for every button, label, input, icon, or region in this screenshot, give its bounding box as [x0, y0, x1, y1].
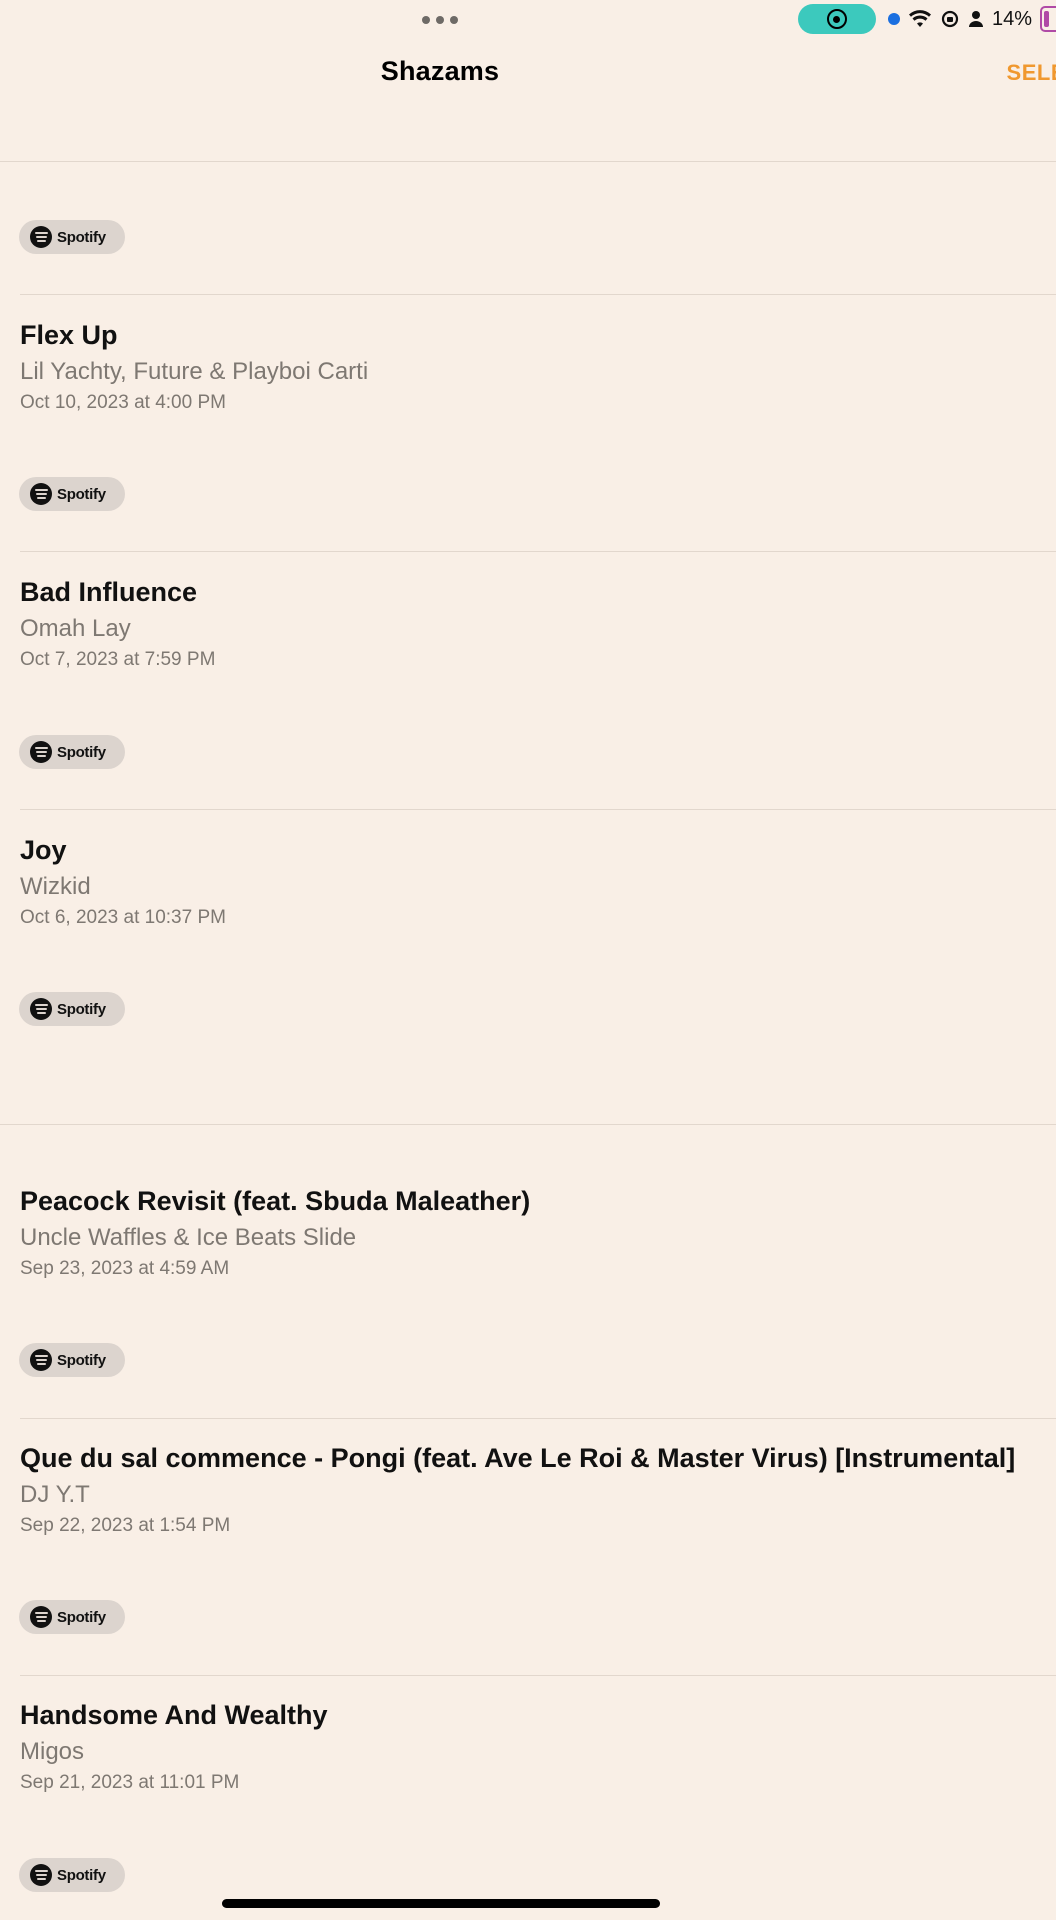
screen-recording-icon[interactable] — [797, 4, 876, 34]
page-title: Shazams — [380, 56, 500, 86]
person-icon — [968, 11, 983, 27]
battery-percent: 14% — [991, 7, 1032, 30]
spotify-label: Spotify — [57, 228, 106, 246]
divider — [20, 551, 1056, 552]
spotify-label: Spotify — [57, 743, 106, 761]
spotify-button[interactable]: Spotify — [19, 220, 125, 254]
rotation-lock-icon — [941, 10, 959, 28]
spotify-label: Spotify — [57, 1608, 106, 1626]
song-title: Peacock Revisit (feat. Sbuda Maleather) — [20, 1186, 531, 1216]
song-artist: Lil Yachty, Future & Playboi Carti — [20, 358, 369, 385]
spotify-button[interactable]: Spotify — [19, 1343, 125, 1377]
song-date: Oct 10, 2023 at 4:00 PM — [20, 392, 226, 413]
spotify-icon — [30, 1349, 52, 1371]
divider — [20, 809, 1056, 810]
song-title: Que du sal commence - Pongi (feat. Ave L… — [20, 1443, 1016, 1473]
nav-bar: Shazams SELE — [0, 48, 1056, 100]
song-title: Bad Influence — [20, 577, 198, 607]
song-artist: Wizkid — [20, 873, 91, 900]
song-date: Oct 7, 2023 at 7:59 PM — [20, 649, 216, 670]
location-dot-icon — [887, 13, 900, 25]
song-artist: Uncle Waffles & Ice Beats Slide — [20, 1224, 357, 1251]
divider — [20, 294, 1056, 295]
spotify-icon — [30, 1606, 52, 1628]
list-item[interactable]: Que du sal commence - Pongi (feat. Ave L… — [20, 1443, 1056, 1543]
spotify-icon — [30, 483, 52, 505]
spotify-label: Spotify — [57, 1000, 106, 1018]
song-artist: Migos — [20, 1738, 85, 1765]
spotify-icon — [30, 226, 52, 248]
spotify-icon — [30, 741, 52, 763]
spotify-button[interactable]: Spotify — [19, 992, 125, 1026]
song-title: Handsome And Wealthy — [20, 1700, 328, 1730]
status-bar: 14% — [0, 0, 1056, 40]
list-item[interactable]: Peacock Revisit (feat. Sbuda Maleather) … — [20, 1186, 1056, 1286]
song-artist: Omah Lay — [20, 615, 131, 642]
song-artist: DJ Y.T — [20, 1481, 90, 1508]
song-date: Sep 22, 2023 at 1:54 PM — [20, 1515, 231, 1536]
list-item[interactable]: Bad Influence Omah Lay Oct 7, 2023 at 7:… — [20, 577, 1056, 677]
divider — [20, 1418, 1056, 1419]
section-divider — [0, 1124, 1056, 1125]
home-indicator[interactable] — [222, 1899, 660, 1908]
list-item[interactable]: Joy Wizkid Oct 6, 2023 at 10:37 PM — [20, 835, 1056, 935]
divider — [20, 1675, 1056, 1676]
spotify-label: Spotify — [57, 1351, 106, 1369]
list-item[interactable]: Flex Up Lil Yachty, Future & Playboi Car… — [20, 320, 1056, 420]
song-title: Flex Up — [20, 320, 118, 350]
divider — [0, 161, 1056, 162]
spotify-icon — [30, 998, 52, 1020]
spotify-button[interactable]: Spotify — [19, 735, 125, 769]
spotify-button[interactable]: Spotify — [19, 1858, 125, 1892]
wifi-icon — [908, 10, 931, 27]
select-button[interactable]: SELE — [1007, 60, 1056, 86]
song-title: Joy — [20, 835, 67, 865]
list-item[interactable]: Handsome And Wealthy Migos Sep 21, 2023 … — [20, 1700, 1056, 1800]
song-date: Sep 23, 2023 at 4:59 AM — [20, 1258, 230, 1279]
multitasking-dots-icon[interactable] — [422, 16, 458, 24]
spotify-button[interactable]: Spotify — [19, 1600, 125, 1634]
shazams-screen: 14% Shazams SELE Spotify Flex Up Lil Yac… — [0, 0, 1056, 1920]
song-date: Oct 6, 2023 at 10:37 PM — [20, 907, 226, 928]
battery-icon — [1040, 6, 1056, 32]
spotify-label: Spotify — [57, 1866, 106, 1884]
status-indicators: 14% — [797, 4, 1056, 34]
spotify-icon — [30, 1864, 52, 1886]
spotify-label: Spotify — [57, 485, 106, 503]
song-date: Sep 21, 2023 at 11:01 PM — [20, 1772, 240, 1793]
spotify-button[interactable]: Spotify — [19, 477, 125, 511]
